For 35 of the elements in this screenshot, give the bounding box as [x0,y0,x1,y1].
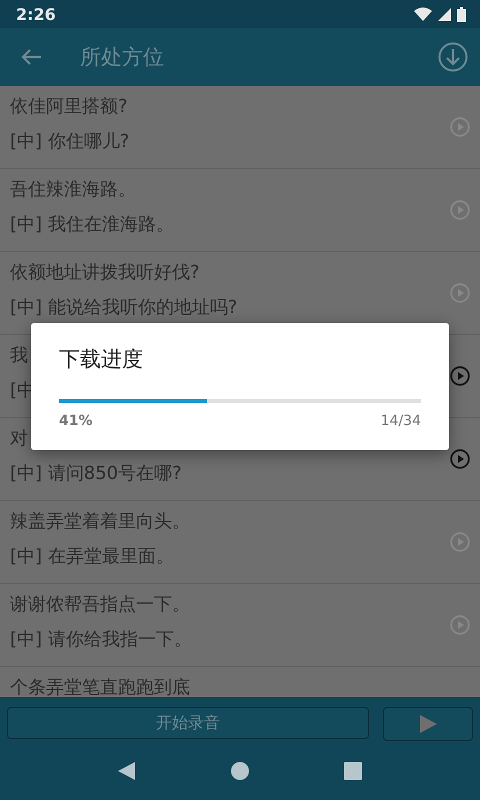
download-icon[interactable] [438,42,468,72]
play-button[interactable] [383,707,473,741]
dialog-title: 下载进度 [59,346,144,373]
phrase-text: 个条弄堂笔直跑跑到底 [10,677,190,697]
play-icon[interactable] [450,366,470,386]
phrase-row[interactable]: 依佳阿里搭额? [中] 你住哪儿? [0,86,480,169]
phrase-text: 依额地址讲拨我听好伐? [10,262,200,283]
translation-text: [中] 请问850号在哪? [10,463,182,484]
play-icon[interactable] [450,449,470,469]
phrase-text: 辣盖弄堂着着里向头。 [10,511,190,532]
record-button[interactable]: 开始录音 [7,707,369,739]
phrase-text: 吾住辣淮海路。 [10,179,136,200]
translation-text: [中] 能说给我听你的地址吗? [10,297,238,318]
phrase-text: 谢谢侬帮吾指点一下。 [10,594,190,615]
back-icon[interactable] [20,48,42,66]
phrase-text: 依佳阿里搭额? [10,96,128,117]
translation-text: [中] 我住在淮海路。 [10,214,174,235]
signal-icon [438,8,451,20]
battery-icon [457,6,466,22]
nav-home-icon[interactable] [230,762,249,780]
phrase-row[interactable]: 个条弄堂笔直跑跑到底 [0,667,480,697]
status-time: 2:26 [16,4,56,24]
phrase-row[interactable]: 谢谢侬帮吾指点一下。 [中] 请你给我指一下。 [0,584,480,667]
toolbar-title: 所处方位 [80,44,165,71]
phrase-row[interactable]: 吾住辣淮海路。 [中] 我住在淮海路。 [0,169,480,252]
phrase-text: 我 [10,345,28,366]
phrase-row[interactable]: 辣盖弄堂着着里向头。 [中] 在弄堂最里面。 [0,501,480,584]
nav-back-icon[interactable] [118,762,136,780]
translation-text: [中] 你住哪儿? [10,131,130,152]
phrase-text: 对 [10,428,28,449]
nav-recents-icon[interactable] [344,762,362,780]
wifi-icon [414,7,432,21]
translation-text: [中] 在弄堂最里面。 [10,546,174,567]
translation-text: [中] 请你给我指一下。 [10,629,192,650]
play-icon [418,714,438,734]
